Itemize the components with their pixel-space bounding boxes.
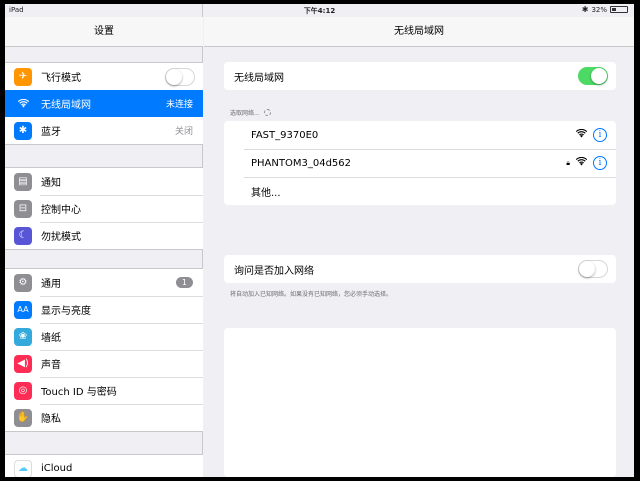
sidebar-item-do-not-disturb[interactable]: ☾ 勿扰模式 bbox=[5, 222, 203, 249]
fingerprint-icon: ◎ bbox=[14, 381, 32, 400]
loading-spinner-icon bbox=[263, 109, 271, 116]
sidebar-item-wallpaper[interactable]: ❀ 墙纸 bbox=[5, 323, 203, 350]
sidebar-item-notifications[interactable]: ▤ 通知 bbox=[5, 168, 203, 195]
sidebar-item-label: 通用 bbox=[41, 279, 61, 290]
sidebar-group-general: ⚙ 通用 1 AA 显示与亮度 ❀ 墙纸 ◀) 声音 ◎ Touch ID 与密… bbox=[5, 268, 203, 432]
ask-join-card: 询问是否加入网络 bbox=[224, 255, 616, 283]
bluetooth-status-icon: ✱ bbox=[581, 5, 589, 14]
sidebar-group-icloud: ☁ iCloud bbox=[5, 454, 203, 477]
sidebar-item-label: 声音 bbox=[41, 360, 61, 371]
page-title: 无线局域网 bbox=[204, 17, 634, 47]
sidebar-item-label: 控制中心 bbox=[41, 205, 81, 216]
empty-area bbox=[224, 328, 616, 477]
wifi-toggle-label: 无线局域网 bbox=[234, 72, 284, 84]
sidebar-item-label: 通知 bbox=[41, 178, 61, 189]
network-list: FAST_9370E0 i PHANTOM3_04d562 🔒︎ i 其他... bbox=[224, 121, 616, 205]
ask-join-row: 询问是否加入网络 bbox=[224, 255, 616, 283]
sidebar-item-airplane-mode[interactable]: ✈ 飞行模式 bbox=[5, 63, 203, 90]
sidebar-item-label: 无线局域网 bbox=[41, 100, 91, 111]
clock: 下午4:12 bbox=[303, 7, 336, 15]
bluetooth-icon: ✱ bbox=[14, 121, 32, 140]
sidebar-item-label: 隐私 bbox=[41, 414, 61, 425]
battery-percent: 32% bbox=[591, 5, 607, 14]
status-bar: iPad 下午4:12 ✱ 32% bbox=[5, 4, 634, 17]
hand-icon: ✋ bbox=[14, 408, 32, 427]
sidebar-item-label: Touch ID 与密码 bbox=[41, 387, 117, 398]
sidebar-item-label: 显示与亮度 bbox=[41, 306, 91, 317]
network-name: PHANTOM3_04d562 bbox=[251, 157, 351, 169]
info-icon[interactable]: i bbox=[593, 128, 607, 142]
sidebar-group-connectivity: ✈ 飞行模式 无线局域网 未连接 ✱ 蓝牙 关闭 bbox=[5, 62, 203, 145]
sidebar-item-privacy[interactable]: ✋ 隐私 bbox=[5, 404, 203, 431]
wifi-status-value: 未连接 bbox=[165, 100, 193, 110]
sidebar-item-sounds[interactable]: ◀) 声音 bbox=[5, 350, 203, 377]
network-row-other[interactable]: 其他... bbox=[224, 177, 616, 205]
ipad-screen: 设置 ✈ 飞行模式 无线局域网 未连接 ✱ 蓝牙 关闭 ▤ 通知 ⊟ 控制中心 … bbox=[5, 4, 634, 477]
sidebar-item-general[interactable]: ⚙ 通用 1 bbox=[5, 269, 203, 296]
sidebar-item-label: 墙纸 bbox=[41, 333, 61, 344]
sidebar-title: 设置 bbox=[5, 17, 203, 47]
sidebar-item-wifi[interactable]: 无线局域网 未连接 bbox=[5, 90, 203, 117]
wallpaper-icon: ❀ bbox=[14, 327, 32, 346]
sidebar-item-control-center[interactable]: ⊟ 控制中心 bbox=[5, 195, 203, 222]
wifi-signal-icon bbox=[575, 156, 588, 169]
wifi-toggle-card: 无线局域网 bbox=[224, 62, 616, 90]
sidebar-item-touch-id[interactable]: ◎ Touch ID 与密码 bbox=[5, 377, 203, 404]
network-row-phantom[interactable]: PHANTOM3_04d562 🔒︎ i bbox=[224, 149, 616, 177]
other-network-label: 其他... bbox=[251, 187, 281, 199]
sound-icon: ◀) bbox=[14, 354, 32, 373]
moon-icon: ☾ bbox=[14, 226, 32, 245]
sidebar-item-icloud[interactable]: ☁ iCloud bbox=[5, 455, 203, 477]
info-icon[interactable]: i bbox=[593, 156, 607, 170]
status-right: ✱ 32% bbox=[582, 5, 628, 14]
gear-icon: ⚙ bbox=[14, 273, 32, 292]
bluetooth-status-value: 关闭 bbox=[174, 127, 193, 137]
battery-icon bbox=[610, 6, 628, 13]
choose-network-header: 选取网络... bbox=[230, 108, 271, 117]
choose-network-label: 选取网络... bbox=[230, 110, 260, 117]
ask-join-toggle[interactable] bbox=[578, 260, 608, 278]
wifi-signal-icon bbox=[575, 128, 588, 141]
main-panel: 无线局域网 无线局域网 选取网络... FAST_9370E0 i PHANTO… bbox=[204, 4, 634, 477]
sidebar-item-label: 勿扰模式 bbox=[41, 232, 81, 243]
airplane-icon: ✈ bbox=[14, 67, 32, 86]
ask-join-label: 询问是否加入网络 bbox=[234, 265, 314, 277]
wifi-icon bbox=[14, 94, 32, 113]
sidebar-item-label: 飞行模式 bbox=[41, 73, 81, 84]
network-name: FAST_9370E0 bbox=[251, 129, 319, 141]
airplane-mode-toggle[interactable] bbox=[165, 67, 195, 86]
notifications-icon: ▤ bbox=[14, 172, 32, 191]
cloud-icon: ☁ bbox=[14, 459, 32, 477]
general-update-badge: 1 bbox=[175, 277, 193, 288]
ask-join-footnote: 将自动加入已知网络。如果没有已知网络，您必须手动选择。 bbox=[230, 291, 393, 298]
control-center-icon: ⊟ bbox=[14, 199, 32, 218]
display-icon: AA bbox=[14, 300, 32, 319]
sidebar-group-notifications: ▤ 通知 ⊟ 控制中心 ☾ 勿扰模式 bbox=[5, 167, 203, 250]
sidebar-item-bluetooth[interactable]: ✱ 蓝牙 关闭 bbox=[5, 117, 203, 144]
lock-icon: 🔒︎ bbox=[566, 158, 570, 167]
network-row-fast[interactable]: FAST_9370E0 i bbox=[224, 121, 616, 149]
wifi-toggle[interactable] bbox=[578, 67, 608, 85]
wifi-toggle-row: 无线局域网 bbox=[224, 62, 616, 90]
sidebar-item-display-brightness[interactable]: AA 显示与亮度 bbox=[5, 296, 203, 323]
sidebar-item-label: iCloud bbox=[41, 463, 73, 474]
sidebar: 设置 ✈ 飞行模式 无线局域网 未连接 ✱ 蓝牙 关闭 ▤ 通知 ⊟ 控制中心 … bbox=[5, 4, 203, 477]
sidebar-item-label: 蓝牙 bbox=[41, 127, 61, 138]
